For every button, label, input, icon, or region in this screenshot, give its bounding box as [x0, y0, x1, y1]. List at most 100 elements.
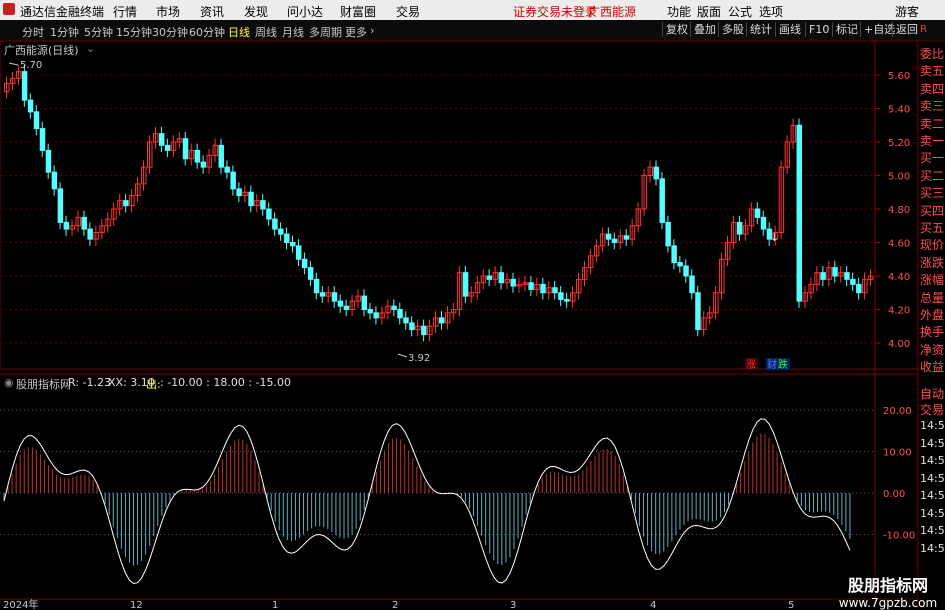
candle-body	[373, 312, 379, 319]
side-panel-label: 卖一	[920, 134, 945, 148]
period-tab-15min[interactable]: 15分钟	[116, 24, 152, 40]
x-tick-label: 4	[650, 600, 656, 609]
candle-body	[439, 317, 445, 324]
menu-item-wealth[interactable]: 财富圈	[340, 3, 376, 20]
main-y-axis: 5.60 5.40 5.20 5.00 4.80 4.60 4.40 4.20 4.00	[875, 71, 910, 350]
indicator-y-label: 10.00	[883, 448, 912, 459]
chevron-down-icon[interactable]: ⌄	[86, 42, 95, 55]
indicator-line	[3, 418, 851, 585]
adjust-button[interactable]: 复权	[662, 22, 691, 37]
period-tab-5min[interactable]: 5分钟	[84, 24, 113, 40]
candle-body	[182, 138, 189, 160]
overlay-button[interactable]: 叠加	[690, 22, 719, 37]
candlesticks	[4, 64, 874, 342]
candle-body	[27, 99, 34, 113]
menu-item-market[interactable]: 市场	[156, 3, 180, 20]
menu-item-news[interactable]: 资讯	[200, 3, 224, 20]
candle-body	[290, 242, 296, 247]
side-panel-label: 涨跌	[920, 255, 945, 270]
menu-item-quotes[interactable]: 行情	[113, 3, 137, 20]
x-tick-label: 1	[272, 600, 278, 609]
y-tick-label: 4.60	[888, 239, 910, 250]
candle-body	[421, 325, 427, 336]
period-tab-1min[interactable]: 1分钟	[50, 24, 79, 40]
candle-body	[677, 262, 683, 267]
menu-item-discover[interactable]: 发现	[244, 3, 268, 20]
multi-stock-button[interactable]: 多股	[718, 22, 747, 37]
candle-body	[224, 166, 230, 173]
top-menu-bar: 通达信金融终端 行情 市场 资讯 发现 问小达 财富圈 交易 证券交易未登录 广…	[0, 0, 945, 20]
side-trade-label[interactable]: 交易	[920, 401, 945, 418]
menu-item-ask[interactable]: 问小达	[287, 3, 323, 20]
side-panel-label: 卖三	[920, 99, 945, 114]
cursor-marker: ↓	[770, 231, 779, 244]
guest-user[interactable]: 游客	[895, 3, 919, 20]
x-tick-label: 2	[392, 600, 398, 609]
stats-button[interactable]: 统计	[746, 22, 775, 37]
period-tab-30min[interactable]: 30分钟	[152, 24, 188, 40]
candle-body	[844, 272, 850, 280]
candle-body	[671, 245, 677, 264]
indicator-values: : -10.00 : 18.00 : -15.00	[160, 376, 292, 389]
candle-body	[754, 208, 761, 218]
period-toolbar: 分时 1分钟 5分钟 15分钟 30分钟 60分钟 日线 周线 月线 多周期 更…	[0, 20, 945, 41]
candle-body	[45, 149, 52, 173]
back-button[interactable]: 返回	[892, 22, 921, 37]
candle-body	[218, 144, 224, 168]
candle-body	[486, 275, 493, 280]
chevron-right-icon[interactable]: ›	[370, 24, 374, 37]
mark-button[interactable]: 标记	[832, 22, 861, 37]
f10-button[interactable]: F10	[805, 22, 832, 37]
side-panel-label: 买一	[920, 151, 945, 166]
side-panel-label: 买二	[920, 168, 945, 183]
indicator-out-label: 出:	[146, 378, 161, 391]
candle-body	[337, 300, 344, 307]
candle-body	[403, 317, 409, 324]
candle-body	[605, 233, 612, 240]
low-marker-line	[397, 353, 408, 358]
time-list-item: 14:56	[920, 524, 945, 537]
draw-button[interactable]: 画线	[775, 22, 804, 37]
candle-body	[856, 283, 862, 294]
period-tab-more[interactable]: 更多	[345, 24, 367, 40]
menu-item-options[interactable]: 选项	[759, 3, 783, 20]
candle-body	[39, 128, 46, 151]
candle-body	[659, 178, 665, 223]
side-panel-label: 外盘	[920, 308, 945, 322]
candle-body	[736, 221, 743, 235]
menu-item-function[interactable]: 功能	[667, 3, 691, 20]
candle-body	[331, 292, 338, 302]
candle-body	[361, 295, 367, 311]
x-tick-label: 3	[510, 600, 516, 609]
indicator-y-axis: 20.00 10.00 0.00 -10.00	[883, 406, 915, 542]
indicator-settings-icon[interactable]: ◉	[4, 376, 14, 389]
kline-chart[interactable]: 5.605.405.205.004.804.604.404.204.00 20.…	[0, 41, 945, 609]
candle-body	[510, 278, 516, 287]
time-list-item: 14:56	[920, 489, 945, 502]
menu-item-layout[interactable]: 版面	[697, 3, 721, 20]
period-tab-timeshare[interactable]: 分时	[22, 24, 44, 40]
side-auto-label[interactable]: 自动	[920, 385, 945, 402]
candle-body	[51, 171, 58, 190]
side-panel-label: 换手	[920, 325, 945, 340]
indicator-y-label: 20.00	[883, 406, 912, 417]
side-panel-label: 现价	[920, 238, 945, 253]
candle-body	[391, 305, 397, 310]
candle-body	[87, 228, 93, 240]
login-status[interactable]: 证券交易未登录	[513, 3, 597, 20]
side-panel-label: 净资	[920, 342, 945, 357]
period-tab-monthly[interactable]: 月线	[282, 24, 304, 40]
side-panel-label: 卖四	[920, 81, 945, 96]
period-tab-multi[interactable]: 多周期	[309, 24, 342, 40]
menu-item-trade[interactable]: 交易	[396, 3, 420, 20]
period-tab-60min[interactable]: 60分钟	[189, 24, 225, 40]
candle-body	[498, 272, 505, 284]
r-icon[interactable]: R	[920, 24, 927, 35]
x-tick-label: 12	[130, 600, 143, 609]
time-list-item: 14:56	[920, 454, 945, 467]
candle-body	[63, 221, 70, 230]
y-tick-label: 5.20	[888, 138, 910, 149]
period-tab-weekly[interactable]: 周线	[255, 24, 277, 40]
period-tab-daily[interactable]: 日线	[228, 24, 250, 40]
menu-item-formula[interactable]: 公式	[728, 3, 752, 20]
